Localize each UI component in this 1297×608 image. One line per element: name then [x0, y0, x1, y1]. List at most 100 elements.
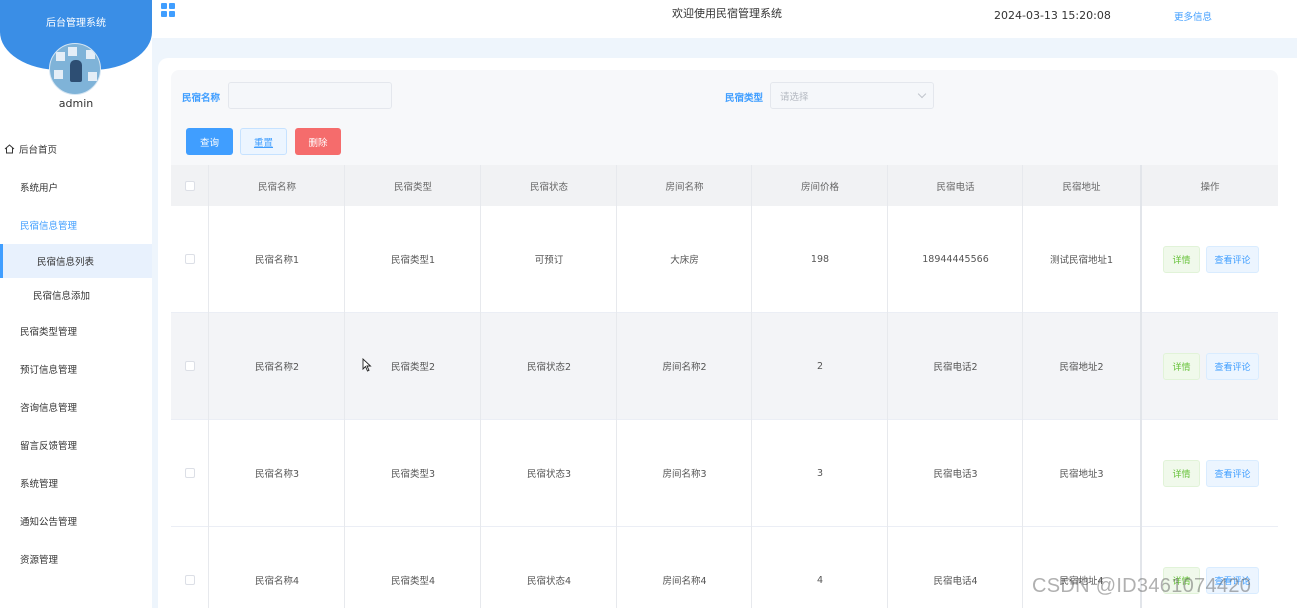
detail-button[interactable]: 详情: [1163, 246, 1200, 273]
cell-status: 民宿状态3: [526, 469, 572, 480]
cell-type: 民宿类型1: [390, 255, 436, 266]
sidebar-menu: 后台首页 系统用户 民宿信息管理 民宿信息列表 民宿信息添加 民宿类型管理 预订…: [0, 130, 152, 578]
cell-price: 4: [816, 574, 824, 586]
sidebar-item-label: 后台首页: [19, 145, 58, 156]
sidebar-subitem-homestay-add[interactable]: 民宿信息添加: [0, 278, 152, 312]
view-review-button[interactable]: 查看评论: [1206, 246, 1259, 273]
fixed-column-shadow: [1140, 165, 1142, 608]
col-header-status[interactable]: 民宿状态: [481, 165, 617, 206]
cell-phone: 民宿电话3: [933, 469, 978, 480]
col-header-address[interactable]: 民宿地址: [1023, 165, 1140, 206]
sidebar: 后台管理系统 admin 后台首页 系统用户 民宿信息管理 民宿信息列表 民宿信…: [0, 0, 152, 608]
row-select-cell: [171, 206, 209, 312]
type-select-placeholder: 请选择: [780, 91, 809, 103]
cell-price: 2: [816, 360, 824, 372]
sidebar-item-label: 系统管理: [20, 479, 59, 490]
cell-type: 民宿类型4: [390, 576, 436, 587]
table-row: 民宿名称1 民宿类型1 可预订 大床房 198 18944445566 测试民宿…: [171, 206, 1278, 313]
table-header: 民宿名称 民宿类型 民宿状态 房间名称 房间价格 民宿电话 民宿地址 操作: [171, 165, 1278, 206]
sidebar-subitem-homestay-list[interactable]: 民宿信息列表: [0, 244, 152, 278]
cell-name: 民宿名称3: [254, 469, 300, 480]
sidebar-item-system-users[interactable]: 系统用户: [0, 168, 152, 206]
view-review-button[interactable]: 查看评论: [1206, 460, 1259, 487]
row-checkbox[interactable]: [185, 575, 195, 585]
cell-status: 民宿状态2: [526, 362, 572, 373]
cell-status: 民宿状态4: [526, 576, 572, 587]
cell-room: 房间名称3: [662, 469, 707, 480]
sidebar-item-label: 民宿信息列表: [37, 257, 95, 268]
detail-button[interactable]: 详情: [1163, 460, 1200, 487]
column-divider: [616, 165, 617, 608]
column-divider: [344, 165, 345, 608]
sidebar-item-feedback[interactable]: 留言反馈管理: [0, 426, 152, 464]
cell-name: 民宿名称2: [254, 362, 300, 373]
more-info-link[interactable]: 更多信息: [1174, 9, 1212, 23]
column-divider: [887, 165, 888, 608]
name-search-input[interactable]: [228, 82, 392, 109]
type-select[interactable]: 请选择: [770, 82, 934, 109]
cell-phone: 民宿电话2: [933, 362, 978, 373]
sidebar-item-homestay-type[interactable]: 民宿类型管理: [0, 312, 152, 350]
sidebar-item-notice[interactable]: 通知公告管理: [0, 502, 152, 540]
col-header-type[interactable]: 民宿类型: [345, 165, 481, 206]
sidebar-item-label: 民宿信息添加: [33, 291, 91, 302]
row-checkbox[interactable]: [185, 254, 195, 264]
cell-name: 民宿名称1: [254, 255, 300, 266]
cell-address: 测试民宿地址1: [1049, 255, 1114, 266]
sidebar-item-label: 咨询信息管理: [20, 403, 78, 414]
column-divider: [480, 165, 481, 608]
select-all-checkbox[interactable]: [185, 180, 195, 191]
sidebar-item-label: 预订信息管理: [20, 365, 78, 376]
sidebar-item-booking[interactable]: 预订信息管理: [0, 350, 152, 388]
sidebar-item-resource[interactable]: 资源管理: [0, 540, 152, 578]
row-select-cell: [171, 313, 209, 419]
grid-menu-icon[interactable]: [161, 3, 175, 17]
brand-title: 后台管理系统: [46, 18, 106, 29]
cell-phone: 民宿电话4: [933, 576, 978, 587]
cell-name: 民宿名称4: [254, 576, 300, 587]
header-datetime: 2024-03-13 15:20:08: [994, 9, 1111, 22]
query-button[interactable]: 查询: [186, 128, 233, 155]
sidebar-item-label: 留言反馈管理: [20, 441, 78, 452]
sidebar-item-home[interactable]: 后台首页: [0, 130, 152, 168]
cell-type: 民宿类型3: [390, 469, 436, 480]
sidebar-item-system[interactable]: 系统管理: [0, 464, 152, 502]
type-search-label: 民宿类型: [725, 93, 764, 104]
row-checkbox[interactable]: [185, 468, 195, 478]
col-header-name[interactable]: 民宿名称: [209, 165, 345, 206]
chevron-down-icon: [917, 89, 927, 99]
homestay-table: 民宿名称 民宿类型 民宿状态 房间名称 房间价格 民宿电话 民宿地址 操作 民宿…: [171, 165, 1278, 608]
sidebar-item-label: 民宿类型管理: [20, 327, 78, 338]
user-name: admin: [58, 97, 94, 110]
reset-button[interactable]: 重置: [240, 128, 287, 155]
table-row: 民宿名称3 民宿类型3 民宿状态3 房间名称3 3 民宿电话3 民宿地址3 详情…: [171, 420, 1278, 527]
row-select-cell: [171, 420, 209, 526]
cell-address: 民宿地址3: [1059, 469, 1104, 480]
select-all-cell: [171, 165, 209, 206]
col-header-price[interactable]: 房间价格: [752, 165, 888, 206]
cell-room: 房间名称2: [662, 362, 707, 373]
column-divider: [751, 165, 752, 608]
sidebar-item-consult[interactable]: 咨询信息管理: [0, 388, 152, 426]
view-review-button[interactable]: 查看评论: [1206, 353, 1259, 380]
table-row: 民宿名称2 民宿类型2 民宿状态2 房间名称2 2 民宿电话2 民宿地址2 详情…: [171, 313, 1278, 420]
sidebar-item-homestay-info[interactable]: 民宿信息管理: [0, 206, 152, 244]
detail-button[interactable]: 详情: [1163, 353, 1200, 380]
cell-room: 大床房: [670, 255, 699, 266]
mouse-cursor-icon: [362, 357, 372, 372]
sidebar-item-label: 通知公告管理: [20, 517, 78, 528]
cell-address: 民宿地址2: [1059, 362, 1104, 373]
avatar[interactable]: [49, 43, 101, 95]
column-divider: [208, 165, 209, 608]
col-header-actions: 操作: [1200, 181, 1220, 193]
top-header: 欢迎使用民宿管理系统 2024-03-13 15:20:08 更多信息: [152, 0, 1297, 38]
col-header-phone[interactable]: 民宿电话: [888, 165, 1023, 206]
sidebar-item-label: 民宿信息管理: [20, 221, 78, 232]
home-icon: [4, 144, 15, 154]
col-header-room[interactable]: 房间名称: [617, 165, 752, 206]
sidebar-item-label: 系统用户: [20, 183, 59, 194]
cell-price: 3: [816, 467, 824, 479]
delete-button[interactable]: 删除: [295, 128, 341, 155]
cell-status: 可预订: [534, 255, 564, 266]
row-checkbox[interactable]: [185, 361, 195, 371]
